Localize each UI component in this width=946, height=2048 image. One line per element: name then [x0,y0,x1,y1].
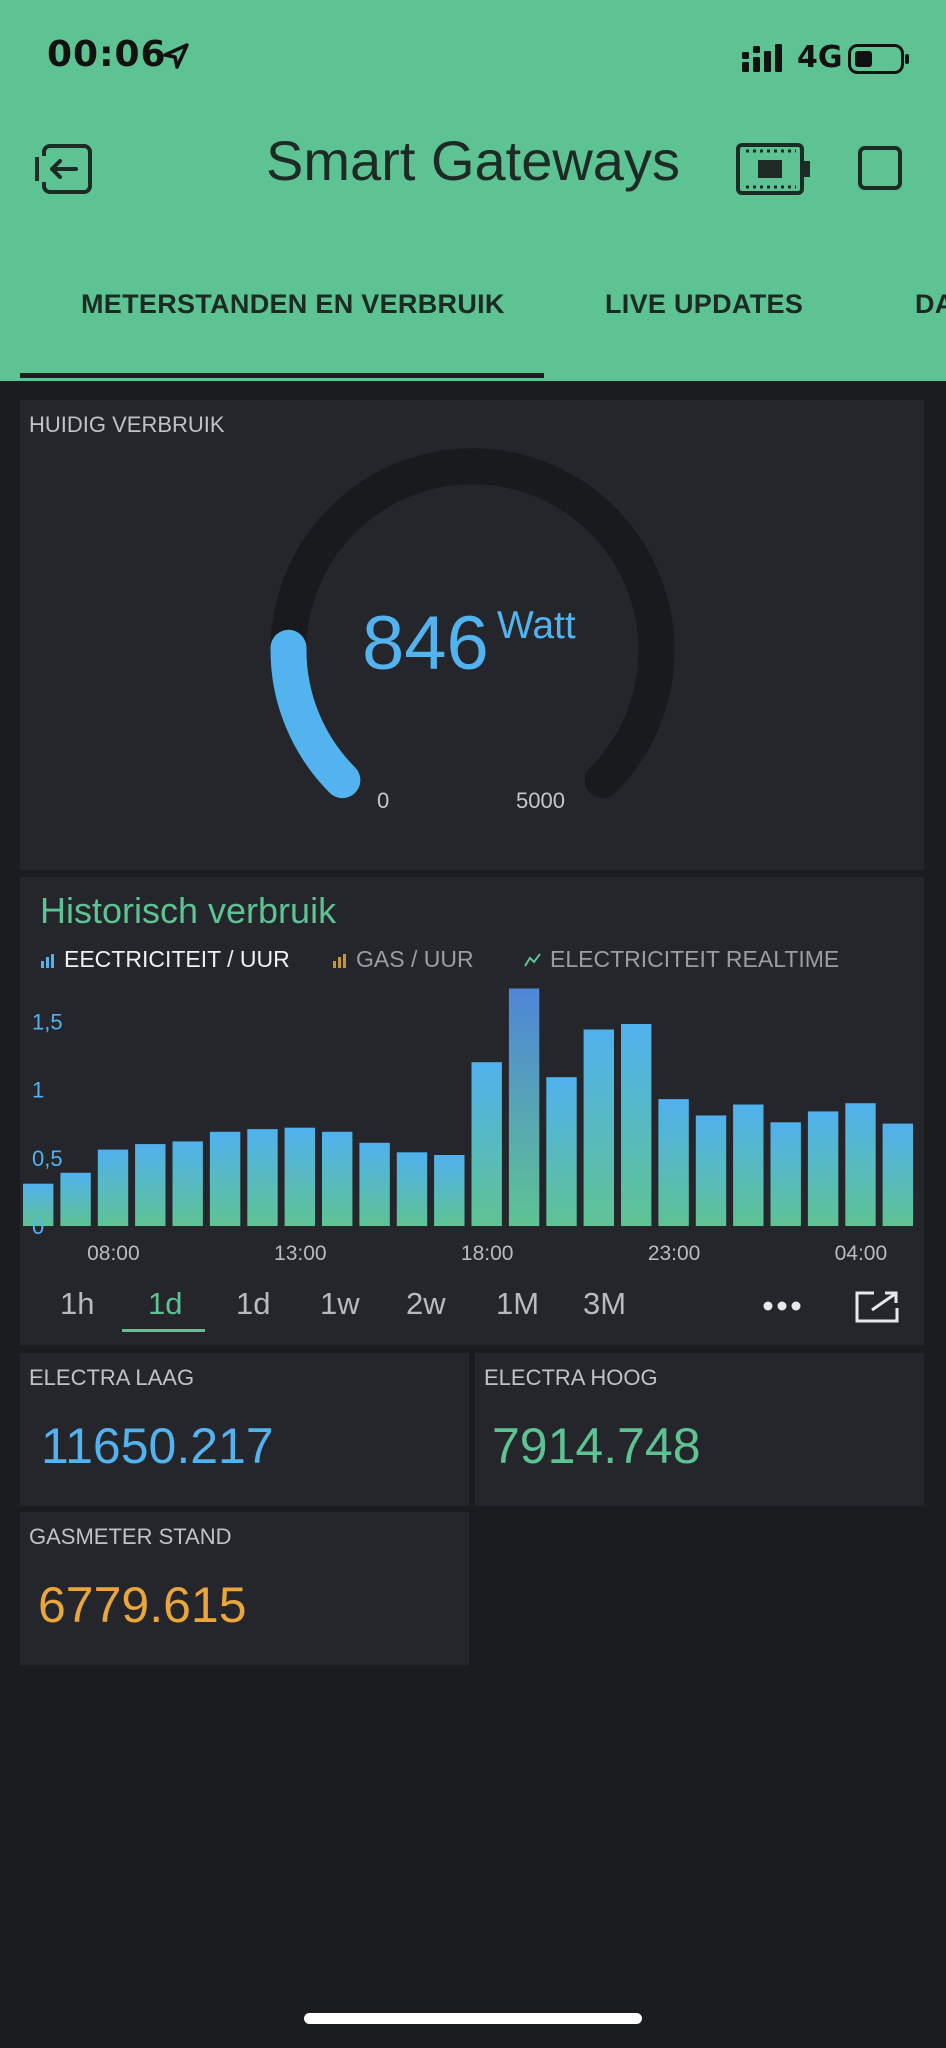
chart-bar [284,1127,315,1226]
y-tick-label: 0 [32,1214,44,1239]
chart-bar [209,1131,241,1226]
chart-bar [658,1099,689,1226]
electra-laag-label: ELECTRA LAAG [29,1365,195,1390]
chart-bar [695,1115,727,1226]
electra-hoog-label: ELECTRA HOOG [484,1365,658,1390]
more-options-icon[interactable] [762,1300,802,1312]
chart-bar [322,1131,353,1226]
range-2w[interactable]: 2w [406,1286,446,1322]
chart-bar [546,1077,577,1226]
chart-bar [434,1155,465,1226]
range-1h[interactable]: 1h [60,1286,94,1322]
electra-hoog-panel: ELECTRA HOOG 7914.748 [475,1353,924,1506]
chart-bar [583,1029,614,1226]
chart-bar [845,1103,876,1226]
range-1d-selected[interactable]: 1d [148,1286,182,1322]
x-tick-label: 04:00 [835,1242,888,1265]
chart-bar [172,1141,203,1226]
x-tick-label: 18:00 [461,1242,514,1265]
chart-bar [508,988,540,1226]
home-indicator [304,2013,642,2024]
chart-bar [770,1122,801,1226]
y-tick-label: 1 [32,1078,44,1103]
range-3m[interactable]: 3M [583,1286,626,1322]
chart-bar [396,1152,428,1226]
gasmeter-panel: GASMETER STAND 6779.615 [20,1512,469,1665]
chart-bar [882,1123,913,1226]
range-1m[interactable]: 1M [496,1286,539,1322]
y-tick-label: 1,5 [32,1009,63,1034]
gasmeter-label: GASMETER STAND [29,1524,232,1549]
chart-bar [60,1172,91,1226]
range-1w[interactable]: 1w [320,1286,360,1322]
chart-bar [135,1144,166,1226]
x-tick-label: 13:00 [274,1242,327,1265]
x-tick-label: 08:00 [87,1242,140,1265]
x-tick-label: 23:00 [648,1242,701,1265]
range-active-indicator [122,1329,205,1332]
y-tick-label: 0,5 [32,1146,63,1171]
electra-laag-panel: ELECTRA LAAG 11650.217 [20,1353,469,1506]
chart-bar [97,1149,129,1226]
gasmeter-value: 6779.615 [38,1577,247,1633]
chart-bar [471,1062,502,1226]
export-icon[interactable] [854,1290,900,1324]
chart-bar [733,1104,764,1226]
chart-bar [807,1111,839,1226]
chart-bar [621,1024,652,1226]
electra-laag-value: 11650.217 [41,1418,274,1474]
history-bar-chart: 0 0,5 1 1,5 08:00 13:00 18:00 23:00 04:00 [23,988,913,1265]
chart-bar [359,1142,390,1226]
range-1d[interactable]: 1d [236,1286,270,1322]
electra-hoog-value: 7914.748 [492,1418,701,1474]
chart-bar [247,1129,278,1226]
